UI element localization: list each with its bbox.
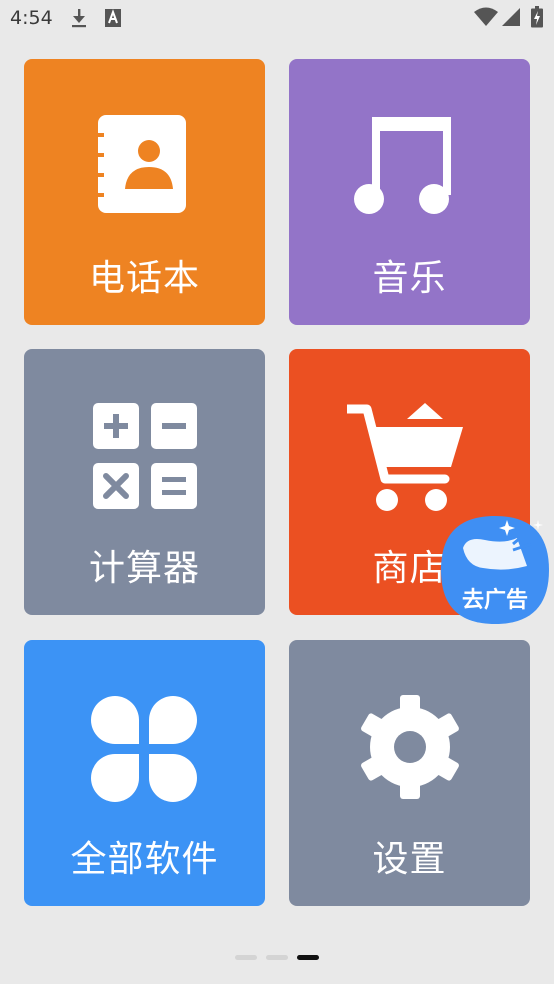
- cell-signal-icon: [502, 8, 520, 26]
- tile-all-apps[interactable]: 全部软件: [24, 640, 265, 906]
- tile-label-phonebook: 电话本: [88, 258, 200, 299]
- tile-label-calculator: 计算器: [88, 548, 200, 589]
- keyboard-a-icon: [105, 9, 121, 27]
- tile-calculator[interactable]: 计算器: [24, 349, 265, 615]
- music-note-icon: [354, 117, 451, 214]
- tile-label-all-apps: 全部软件: [70, 839, 219, 880]
- gear-icon: [361, 695, 459, 799]
- page-indicator: [0, 955, 554, 961]
- remove-ads-bubble[interactable]: 去广告: [439, 514, 551, 626]
- status-bar: 4:54: [0, 0, 554, 36]
- page-dot-1[interactable]: [235, 955, 257, 960]
- calculator-icon: [93, 403, 197, 509]
- download-icon: [72, 9, 86, 28]
- status-time: 4:54: [10, 7, 53, 29]
- tile-phonebook[interactable]: 电话本: [24, 59, 265, 325]
- contacts-book-icon: [96, 115, 186, 213]
- tile-label-music: 音乐: [372, 258, 447, 299]
- broom-sparkle-icon: [463, 520, 543, 570]
- tile-label-settings: 设置: [372, 839, 447, 880]
- shopping-cart-icon: [347, 403, 463, 511]
- tile-music[interactable]: 音乐: [289, 59, 530, 325]
- page-dot-3-active[interactable]: [297, 955, 319, 960]
- app-grid-icon: [91, 696, 197, 802]
- wifi-icon: [474, 7, 498, 26]
- page-dot-2[interactable]: [266, 955, 288, 960]
- remove-ads-label: 去广告: [461, 588, 528, 613]
- battery-charging-icon: [531, 6, 543, 28]
- tile-settings[interactable]: 设置: [289, 640, 530, 906]
